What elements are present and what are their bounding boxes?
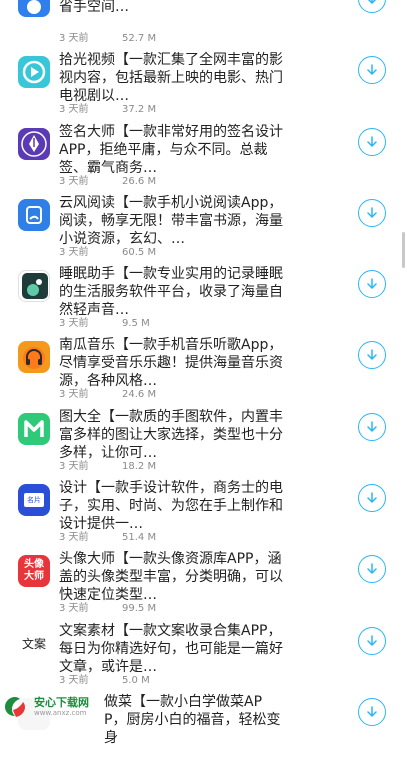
download-button[interactable]: [358, 56, 386, 84]
download-button[interactable]: [358, 128, 386, 156]
item-meta: 3 天前 52.7 M: [59, 33, 156, 45]
item-time: 3 天前: [59, 318, 89, 329]
item-meta: 3 天前 24.6 M: [59, 389, 156, 401]
watermark-url: www.anxz.com: [34, 708, 87, 717]
download-button[interactable]: [358, 698, 386, 726]
download-arrow-icon: [367, 421, 377, 432]
download-arrow-icon: [367, 635, 377, 646]
avatar-master-label: 头像 大师: [24, 559, 44, 582]
download-arrow-icon: [367, 492, 377, 503]
item-title: 南瓜音乐【一款手机音乐听歌App，尽情享受音乐乐趣！提供海量音乐资源，各种风格…: [59, 337, 283, 389]
item-title: 设计【一款手设计软件，商务士的电子，实用、时尚、为您在手上制作和设计提供一…: [59, 480, 283, 532]
watermark: 安心下载网 www.anxz.com: [0, 690, 110, 723]
list-item[interactable]: 云风阅读【一款手机小说阅读App，阅读，畅享无限！带丰富书源，海量小说资源，玄幻…: [0, 188, 407, 259]
item-size: 37.2 M: [122, 104, 157, 115]
m-letter-icon: [18, 413, 50, 445]
download-button[interactable]: [358, 484, 386, 512]
item-title: 拾光视频【一款汇集了全网丰富的影视内容，包括最新上映的电影、热门电视剧以…: [59, 52, 283, 104]
item-meta: 3 天前 18.2 M: [59, 461, 156, 473]
item-title: 签名大师【一款非常好用的签名设计APP，拒绝平庸，与众不同。总裁签、霸气商务…: [59, 124, 283, 176]
scrollbar[interactable]: [402, 232, 405, 268]
item-title: 文案素材【一款文案收录合集APP，每日为你精选好句，也可能是一篇好文章，或许是…: [59, 623, 283, 675]
download-button[interactable]: [358, 341, 386, 369]
item-meta: 3 天前 51.4 M: [59, 532, 156, 544]
download-arrow-icon: [367, 136, 377, 147]
item-size: 26.6 M: [122, 176, 157, 187]
download-button[interactable]: [358, 270, 386, 298]
copywriting-icon: 文案: [18, 627, 50, 659]
list-item[interactable]: 睡眠助手【一款专业实用的记录睡眠的生活服务软件平台，收录了海量自然轻声音… 3 …: [0, 259, 407, 330]
item-time: 3 天前: [59, 389, 89, 400]
list-item[interactable]: 南瓜音乐【一款手机音乐听歌App，尽情享受音乐乐趣！提供海量音乐资源，各种风格……: [0, 330, 407, 401]
item-time: 3 天前: [59, 104, 89, 115]
item-title: 头像大师【一款头像资源库APP，涵盖的头像类型丰富，分类明确，可以快速定位类型…: [59, 551, 283, 603]
item-meta: 3 天前 9.5 M: [59, 318, 150, 330]
download-arrow-icon: [367, 278, 377, 289]
card-design-icon: 名片: [18, 484, 50, 516]
headphones-icon: [18, 341, 50, 373]
watermark-title: 安心下载网: [34, 695, 89, 709]
item-size: 51.4 M: [122, 532, 157, 543]
item-title: 做菜【一款小白学做菜APP，厨房小白的福音，轻松变身: [104, 694, 281, 746]
item-time: 3 天前: [59, 675, 89, 686]
list-item[interactable]: 名片 设计【一款手设计软件，商务士的电子，实用、时尚、为您在手上制作和设计提供一…: [0, 473, 407, 544]
item-meta: 3 天前 37.2 M: [59, 104, 156, 116]
item-time: 3 天前: [59, 532, 89, 543]
download-arrow-icon: [367, 349, 377, 360]
list-item[interactable]: 拾光视频【一款汇集了全网丰富的影视内容，包括最新上映的电影、热门电视剧以… 3 …: [0, 45, 407, 116]
download-button[interactable]: [358, 0, 386, 13]
item-meta: 3 天前 60.5 M: [59, 247, 156, 259]
list-item[interactable]: 签名大师【一款非常好用的签名设计APP，拒绝平庸，与众不同。总裁签、霸气商务… …: [0, 117, 407, 188]
item-size: 9.5 M: [122, 318, 150, 329]
item-meta: 3 天前 5.0 M: [59, 675, 150, 687]
sleep-icon: [18, 270, 50, 302]
copywriting-label: 文案: [21, 636, 46, 651]
item-title: 图大全【一款质的手图软件，内置丰富多样的图让大家选择，类型也十分多样，让你可…: [59, 409, 283, 461]
item-time: 3 天前: [59, 33, 89, 44]
item-size: 24.6 M: [122, 389, 157, 400]
list-item[interactable]: 文案 文案素材【一款文案收录合集APP，每日为你精选好句，也可能是一篇好文章，或…: [0, 616, 407, 687]
item-size: 18.2 M: [122, 461, 157, 472]
pen-nib-icon: [18, 128, 50, 160]
watermark-logo-icon: [5, 696, 25, 717]
download-button[interactable]: [358, 413, 386, 441]
avatar-master-icon: 头像 大师: [18, 555, 50, 587]
download-arrow-icon: [367, 64, 377, 75]
download-button[interactable]: [358, 627, 386, 655]
item-time: 3 天前: [59, 603, 89, 614]
item-time: 3 天前: [59, 461, 89, 472]
download-arrow-icon: [367, 207, 377, 218]
download-button[interactable]: [358, 199, 386, 227]
item-size: 5.0 M: [122, 675, 150, 686]
download-arrow-icon: [367, 563, 377, 574]
item-title: 睡眠助手【一款专业实用的记录睡眠的生活服务软件平台，收录了海量自然轻声音…: [59, 266, 283, 318]
list-item[interactable]: 文件信息，从而快速清除垃圾文件节省手空间… 3 天前 52.7 M: [0, 0, 407, 45]
item-meta: 3 天前 26.6 M: [59, 176, 156, 188]
download-arrow-icon: [367, 706, 377, 717]
item-size: 52.7 M: [122, 33, 157, 44]
download-button[interactable]: [358, 555, 386, 583]
item-meta: 3 天前 99.5 M: [59, 603, 156, 615]
item-size: 99.5 M: [122, 603, 157, 614]
download-arrow-icon: [367, 0, 377, 4]
item-title: 文件信息，从而快速清除垃圾文件节省手空间…: [59, 0, 129, 15]
item-size: 60.5 M: [122, 247, 157, 258]
item-title: 云风阅读【一款手机小说阅读App，阅读，畅享无限！带丰富书源，海量小说资源，玄幻…: [59, 195, 283, 247]
video-play-icon: [18, 56, 50, 88]
item-time: 3 天前: [59, 247, 89, 258]
list-item[interactable]: 图大全【一款质的手图软件，内置丰富多样的图让大家选择，类型也十分多样，让你可… …: [0, 402, 407, 473]
cleaner-icon: [18, 0, 50, 17]
item-time: 3 天前: [59, 176, 89, 187]
reader-icon: [18, 199, 50, 231]
list-item[interactable]: 头像 大师 头像大师【一款头像资源库APP，涵盖的头像类型丰富，分类明确，可以快…: [0, 544, 407, 615]
card-design-label: 名片: [27, 496, 41, 504]
